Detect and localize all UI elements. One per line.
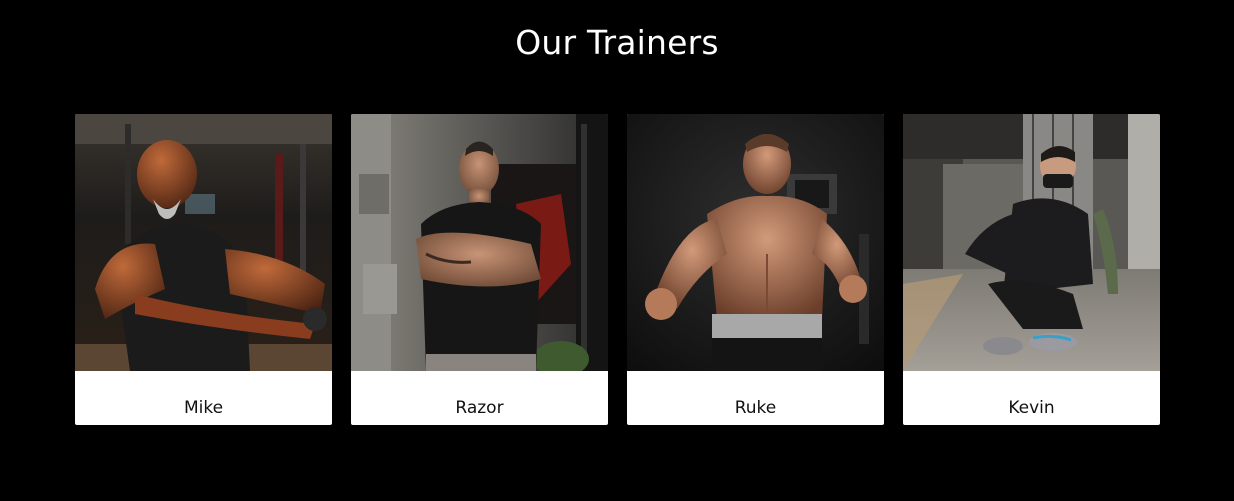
trainer-photo [351, 114, 608, 371]
trainer-card-razor[interactable]: Razor [351, 114, 608, 425]
trainer-cards: Mike Razor Ruke Kevin [75, 114, 1160, 425]
trainer-card-ruke[interactable]: Ruke [627, 114, 884, 425]
trainer-card-kevin[interactable]: Kevin [903, 114, 1160, 425]
trainer-photo [903, 114, 1160, 371]
trainer-name: Ruke [734, 397, 777, 418]
trainer-name: Kevin [1008, 397, 1055, 418]
trainer-photo [627, 114, 884, 371]
trainer-name: Mike [183, 397, 224, 418]
trainers-section: Our Trainers Mike Razor Ruke Kevin [0, 0, 1234, 501]
trainer-name: Razor [455, 397, 504, 418]
trainer-card-mike[interactable]: Mike [75, 114, 332, 425]
section-title: Our Trainers [515, 23, 719, 62]
trainer-photo [75, 114, 332, 371]
